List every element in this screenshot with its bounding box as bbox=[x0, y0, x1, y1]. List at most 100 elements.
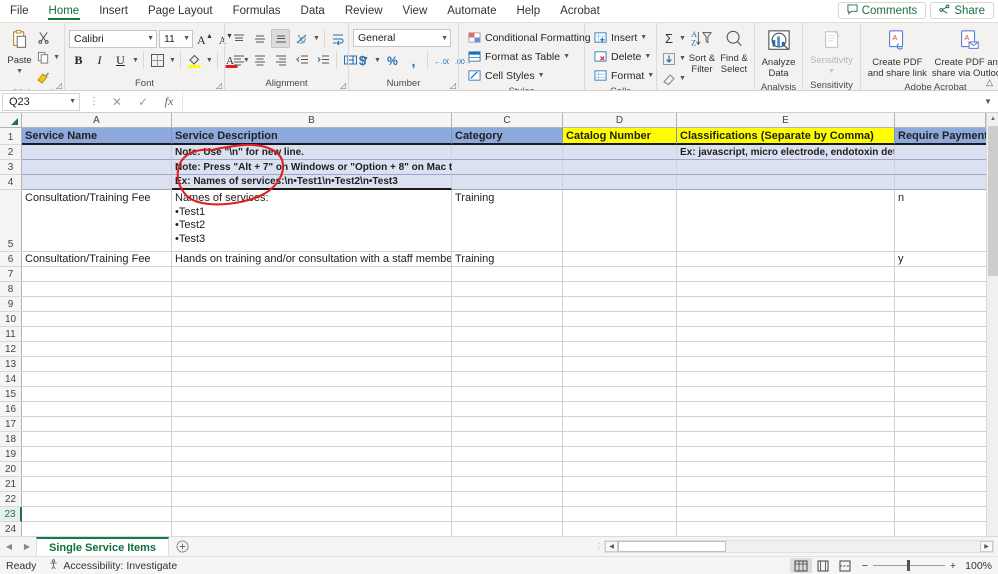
cell-f22[interactable] bbox=[895, 492, 998, 507]
cell-a14[interactable] bbox=[22, 372, 172, 387]
cell-e5[interactable] bbox=[677, 190, 895, 252]
cell-c7[interactable] bbox=[452, 267, 563, 282]
cell-a5[interactable]: Consultation/Training Fee bbox=[22, 190, 172, 252]
cell-b17[interactable] bbox=[172, 417, 452, 432]
format-chevron-down-icon[interactable]: ▼ bbox=[647, 72, 654, 79]
cell-b20[interactable] bbox=[172, 462, 452, 477]
cell-a9[interactable] bbox=[22, 297, 172, 312]
row-header-6[interactable]: 6 bbox=[0, 252, 22, 267]
cell-a1[interactable]: Service Name bbox=[22, 128, 172, 145]
cell-f10[interactable] bbox=[895, 312, 998, 327]
scroll-left-icon[interactable]: ◀ bbox=[605, 541, 618, 552]
cell-b8[interactable] bbox=[172, 282, 452, 297]
number-dialog-launcher-icon[interactable]: ◿ bbox=[450, 81, 456, 90]
font-size-select[interactable]: 11 ▼ bbox=[159, 29, 193, 48]
cell-f2[interactable] bbox=[895, 145, 998, 160]
cell-c18[interactable] bbox=[452, 432, 563, 447]
cell-d4[interactable] bbox=[563, 175, 677, 190]
cell-e17[interactable] bbox=[677, 417, 895, 432]
analyze-data-button[interactable]: Analyze Data bbox=[759, 27, 798, 81]
cell-styles-chevron-down-icon[interactable]: ▼ bbox=[538, 72, 545, 79]
cell-b3[interactable]: Note: Press "Alt + 7" on Windows or "Opt… bbox=[172, 160, 550, 175]
cell-f11[interactable] bbox=[895, 327, 998, 342]
cell-f14[interactable] bbox=[895, 372, 998, 387]
cell-e18[interactable] bbox=[677, 432, 895, 447]
fill-icon[interactable] bbox=[661, 51, 677, 67]
find-select-button[interactable]: Find & Select bbox=[718, 27, 750, 77]
zoom-thumb[interactable] bbox=[906, 560, 910, 571]
cell-c15[interactable] bbox=[452, 387, 563, 402]
comments-button[interactable]: Comments bbox=[837, 2, 927, 19]
cell-f15[interactable] bbox=[895, 387, 998, 402]
clear-icon[interactable] bbox=[661, 71, 677, 87]
insert-function-icon[interactable]: fx bbox=[156, 93, 182, 111]
cell-f20[interactable] bbox=[895, 462, 998, 477]
cell-b2[interactable]: Note: Use "\n" for new line. bbox=[172, 145, 452, 160]
expand-formula-bar-icon[interactable]: ▼ bbox=[980, 97, 996, 106]
italic-button[interactable]: I bbox=[90, 51, 109, 70]
cell-b24[interactable] bbox=[172, 522, 452, 536]
ribbon-tab-automate[interactable]: Automate bbox=[437, 0, 506, 22]
cell-d24[interactable] bbox=[563, 522, 677, 536]
column-header-a[interactable]: A bbox=[22, 113, 172, 128]
align-top-icon[interactable] bbox=[229, 29, 248, 48]
cell-c24[interactable] bbox=[452, 522, 563, 536]
cell-e11[interactable] bbox=[677, 327, 895, 342]
cell-c12[interactable] bbox=[452, 342, 563, 357]
cell-c14[interactable] bbox=[452, 372, 563, 387]
formula-input[interactable] bbox=[182, 92, 980, 111]
cell-c6[interactable]: Training bbox=[452, 252, 563, 267]
cell-a20[interactable] bbox=[22, 462, 172, 477]
normal-view-icon[interactable] bbox=[789, 558, 812, 573]
scroll-right-icon[interactable]: ▶ bbox=[980, 541, 993, 552]
cell-c13[interactable] bbox=[452, 357, 563, 372]
zoom-track[interactable] bbox=[872, 560, 945, 571]
ribbon-tab-page-layout[interactable]: Page Layout bbox=[138, 0, 223, 22]
increase-decimal-icon[interactable]: ←.00 bbox=[432, 51, 451, 70]
previous-sheet-icon[interactable]: ◀ bbox=[0, 537, 18, 556]
share-button[interactable]: Share bbox=[930, 2, 994, 19]
autosum-chevron-down-icon[interactable]: ▼ bbox=[679, 35, 686, 42]
cell-a18[interactable] bbox=[22, 432, 172, 447]
insert-cells-button[interactable]: Insert ▼ bbox=[589, 28, 650, 47]
cell-f17[interactable] bbox=[895, 417, 998, 432]
row-header-7[interactable]: 7 bbox=[0, 267, 22, 282]
format-as-table-chevron-down-icon[interactable]: ▼ bbox=[563, 53, 570, 60]
comma-format-icon[interactable]: , bbox=[404, 51, 423, 70]
enter-formula-icon[interactable]: ✓ bbox=[130, 93, 156, 111]
decrease-indent-icon[interactable] bbox=[292, 50, 311, 69]
cell-e21[interactable] bbox=[677, 477, 895, 492]
cell-a21[interactable] bbox=[22, 477, 172, 492]
cell-d19[interactable] bbox=[563, 447, 677, 462]
cell-d14[interactable] bbox=[563, 372, 677, 387]
paste-button[interactable]: Paste ▼ bbox=[4, 27, 35, 79]
cell-b13[interactable] bbox=[172, 357, 452, 372]
horizontal-split-handle[interactable]: ⋮ bbox=[594, 537, 604, 556]
row-header-15[interactable]: 15 bbox=[0, 387, 22, 402]
cell-f13[interactable] bbox=[895, 357, 998, 372]
autosum-icon[interactable]: Σ bbox=[661, 31, 677, 47]
cell-e12[interactable] bbox=[677, 342, 895, 357]
cell-b23[interactable] bbox=[172, 507, 452, 522]
copy-chevron-down-icon[interactable]: ▼ bbox=[53, 54, 60, 61]
cell-d7[interactable] bbox=[563, 267, 677, 282]
underline-button[interactable]: U bbox=[111, 51, 130, 70]
row-header-23[interactable]: 23 bbox=[0, 507, 22, 522]
cell-a7[interactable] bbox=[22, 267, 172, 282]
create-pdf-share-link-button[interactable]: A Create PDF and share link bbox=[865, 27, 930, 81]
horizontal-scrollbar-thumb[interactable] bbox=[618, 541, 726, 552]
cell-a17[interactable] bbox=[22, 417, 172, 432]
number-format-select[interactable]: General ▼ bbox=[353, 29, 451, 47]
row-header-21[interactable]: 21 bbox=[0, 477, 22, 492]
cell-a10[interactable] bbox=[22, 312, 172, 327]
horizontal-scrollbar[interactable]: ◀ ▶ bbox=[604, 540, 994, 553]
clipboard-dialog-launcher-icon[interactable]: ◿ bbox=[56, 81, 62, 90]
vertical-scrollbar-thumb[interactable] bbox=[988, 126, 998, 276]
cell-e14[interactable] bbox=[677, 372, 895, 387]
cell-f6[interactable]: y bbox=[895, 252, 998, 267]
align-left-icon[interactable] bbox=[229, 50, 248, 69]
increase-font-size-icon[interactable]: A ▲ bbox=[195, 29, 214, 48]
cell-d1[interactable]: Catalog Number bbox=[563, 128, 677, 145]
cell-d3[interactable] bbox=[563, 160, 677, 175]
cell-e3[interactable] bbox=[677, 160, 895, 175]
